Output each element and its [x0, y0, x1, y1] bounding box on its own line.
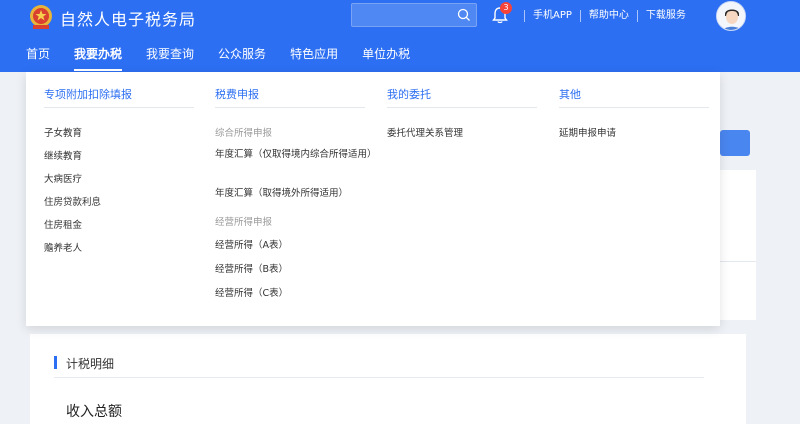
tax-emblem-icon[interactable] — [26, 3, 56, 31]
notification-badge: 3 — [500, 2, 512, 14]
menu-child-education[interactable]: 子女教育 — [44, 125, 82, 139]
menu-continuing-education[interactable]: 继续教育 — [44, 148, 82, 162]
section-marker — [54, 356, 57, 369]
menu-housing-loan-interest[interactable]: 住房贷款利息 — [44, 194, 101, 208]
section-title: 计税明细 — [66, 357, 115, 371]
nav-featured-apps[interactable]: 特色应用 — [278, 44, 350, 68]
menu-business-income-b[interactable]: 经营所得（B表） — [215, 261, 288, 275]
avatar-icon — [717, 2, 745, 30]
column-divider — [387, 107, 537, 108]
background-button[interactable] — [720, 130, 750, 156]
tax-detail-card: 计税明细 收入总额 — [30, 334, 746, 424]
column-title: 专项附加扣除填报 — [44, 88, 132, 101]
menu-agency-relationship[interactable]: 委托代理关系管理 — [387, 125, 463, 139]
column-title: 其他 — [559, 88, 581, 101]
nav-home[interactable]: 首页 — [14, 44, 62, 68]
search-icon[interactable] — [456, 7, 472, 23]
nav-unit-tax[interactable]: 单位办税 — [350, 44, 422, 68]
mobile-app-link[interactable]: 手机APP — [525, 9, 580, 23]
search-box[interactable] — [351, 3, 477, 27]
menu-serious-illness[interactable]: 大病医疗 — [44, 171, 82, 185]
column-title: 税费申报 — [215, 88, 259, 101]
search-input[interactable] — [352, 4, 456, 26]
user-avatar[interactable] — [716, 1, 746, 31]
income-total-label: 收入总额 — [66, 404, 122, 420]
group-comprehensive-income: 综合所得申报 — [215, 128, 273, 139]
menu-housing-rent[interactable]: 住房租金 — [44, 217, 82, 231]
tax-handling-dropdown: 专项附加扣除填报 子女教育 继续教育 大病医疗 住房贷款利息 住房租金 赡养老人… — [26, 72, 720, 326]
menu-business-income-a[interactable]: 经营所得（A表） — [215, 237, 288, 251]
nav-query[interactable]: 我要查询 — [134, 44, 206, 68]
column-divider — [559, 107, 709, 108]
menu-elderly-support[interactable]: 赡养老人 — [44, 240, 82, 254]
main-nav: 首页 我要办税 我要查询 公众服务 特色应用 单位办税 — [14, 44, 422, 71]
nav-public-service[interactable]: 公众服务 — [206, 44, 278, 68]
menu-annual-settlement-domestic[interactable]: 年度汇算（仅取得境内综合所得适用） — [215, 148, 377, 162]
help-center-link[interactable]: 帮助中心 — [581, 9, 637, 23]
site-title[interactable]: 自然人电子税务局 — [60, 6, 196, 30]
download-service-link[interactable]: 下载服务 — [638, 9, 694, 23]
group-business-income: 经营所得申报 — [215, 217, 273, 228]
top-header: 自然人电子税务局 3 手机APP 帮助中心 下载服务 首页 我要办税 我要查询 — [0, 0, 800, 72]
column-divider — [44, 107, 194, 108]
menu-annual-settlement-overseas[interactable]: 年度汇算（取得境外所得适用） — [215, 185, 348, 199]
section-divider — [54, 377, 704, 378]
nav-tax-handling[interactable]: 我要办税 — [62, 44, 134, 71]
menu-business-income-c[interactable]: 经营所得（C表） — [215, 285, 288, 299]
column-divider — [215, 107, 365, 108]
top-links: 手机APP 帮助中心 下载服务 — [524, 9, 694, 23]
menu-deferred-declaration[interactable]: 延期申报申请 — [559, 125, 616, 139]
column-title: 我的委托 — [387, 88, 431, 101]
